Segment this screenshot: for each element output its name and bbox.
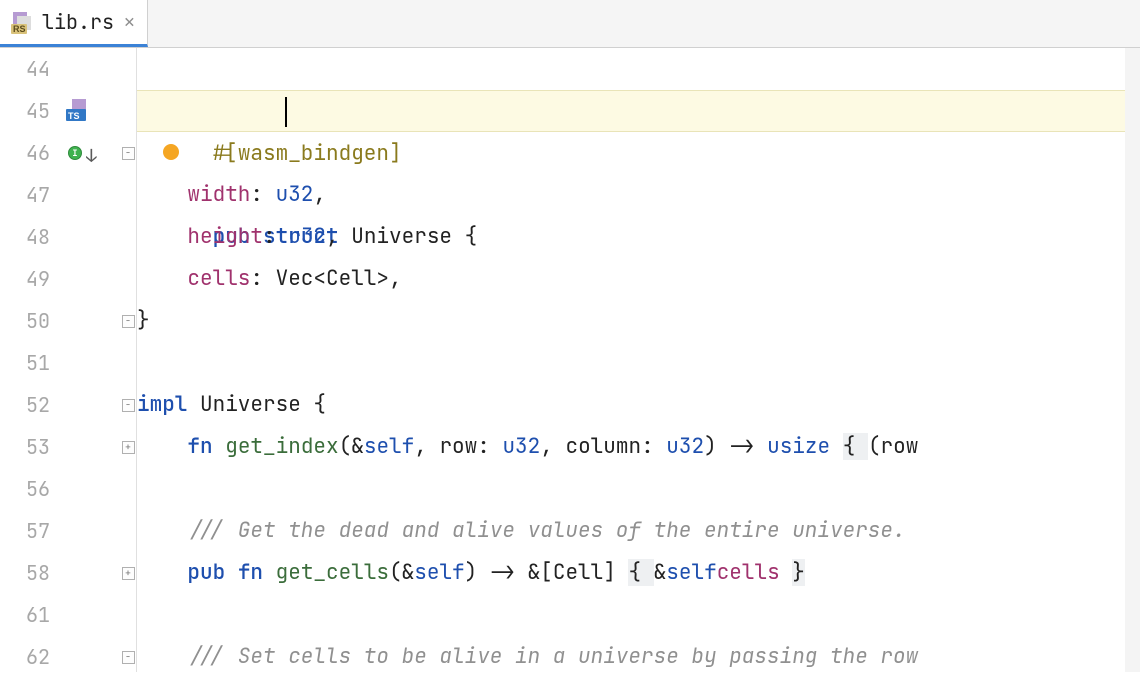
token-keyword: fn [238,559,276,586]
token-comment: /// Get the dead and alive values of the… [187,517,905,544]
line-number: 51 [0,342,50,384]
line-number-gutter: 44 45 46 47 48 49 50 51 52 53 56 57 58 6… [0,48,60,672]
token-field: cells [187,265,250,292]
file-tab[interactable]: RS lib.rs ✕ [0,0,148,47]
code-line[interactable]: pub fn get_cells(&self) -> &[Cell] { &se… [137,552,1140,594]
token-self: self [414,559,464,586]
breakpoint-indicator-icon[interactable] [163,144,179,160]
code-line[interactable]: height: u32, [137,216,1140,258]
code-line[interactable] [137,594,1140,636]
code-line[interactable]: impl Universe { [137,384,1140,426]
line-number: 50 [0,300,50,342]
token-fn: get_cells [276,559,389,586]
code-line[interactable]: cells: Vec<Cell>, [137,258,1140,300]
text-caret [285,97,287,127]
token-fn: get_index [225,433,338,460]
token-comment: /// Set cells to be alive in a universe … [187,643,918,670]
line-number: 47 [0,174,50,216]
code-line[interactable]: width: u32, [137,174,1140,216]
token-ident: Universe [200,391,313,418]
code-line[interactable]: #[wasm_bindgen] [137,90,1140,132]
tab-filename: lib.rs [42,9,114,35]
fold-handle[interactable]: + [122,567,135,580]
code-line[interactable]: } [137,300,1140,342]
code-editor[interactable]: 44 45 46 47 48 49 50 51 52 53 56 57 58 6… [0,48,1140,672]
line-number: 57 [0,510,50,552]
code-line[interactable]: fn get_index(&self, row: u32, column: u3… [137,426,1140,468]
fold-handle[interactable]: − [122,651,135,664]
code-area[interactable]: #[wasm_bindgen] pub struct Universe { wi… [137,48,1140,672]
token-self: self [666,559,716,586]
implementations-gutter-icon[interactable]: I [68,146,82,160]
token-field: cells [717,559,780,586]
line-number: 61 [0,594,50,636]
token-type: usize [767,433,843,460]
line-number: 45 [0,90,50,132]
code-line[interactable]: /// Set cells to be alive in a universe … [137,636,1140,672]
svg-text:TS: TS [68,111,80,121]
line-number: 44 [0,48,50,90]
code-line[interactable] [137,48,1140,90]
token-type: u32 [666,433,704,460]
line-number: 58 [0,552,50,594]
token-type: u32 [288,223,326,250]
line-number: 53 [0,426,50,468]
fold-handle[interactable]: − [122,399,135,412]
code-line[interactable]: pub struct Universe { [137,132,1140,174]
fold-handle[interactable]: + [122,441,135,454]
vertical-scrollbar[interactable] [1125,48,1140,672]
token-keyword: impl [137,391,200,418]
code-line[interactable]: /// Get the dead and alive values of the… [137,510,1140,552]
token-keyword: fn [187,433,225,460]
token-self: self [364,433,414,460]
code-line[interactable] [137,342,1140,384]
code-line[interactable] [137,468,1140,510]
svg-text:RS: RS [13,24,26,34]
arrow-down-icon: ↓ [86,145,97,168]
line-number: 48 [0,216,50,258]
token-type: u32 [276,181,314,208]
fold-handle[interactable]: − [122,147,135,160]
line-number: 52 [0,384,50,426]
fold-handle[interactable]: − [122,315,135,328]
typescript-usage-icon[interactable]: TS [66,99,92,123]
fold-gutter: − − − + + − [120,48,137,672]
token-type: u32 [502,433,540,460]
gutter-markers: TS I ↓ [60,48,120,672]
token-keyword: pub [187,559,237,586]
tab-bar: RS lib.rs ✕ [0,0,1140,48]
close-icon[interactable]: ✕ [122,11,137,34]
line-number: 49 [0,258,50,300]
line-number: 56 [0,468,50,510]
line-number: 46 [0,132,50,174]
rust-file-icon: RS [10,10,34,34]
token-field: height [187,223,263,250]
token-field: width [187,181,250,208]
